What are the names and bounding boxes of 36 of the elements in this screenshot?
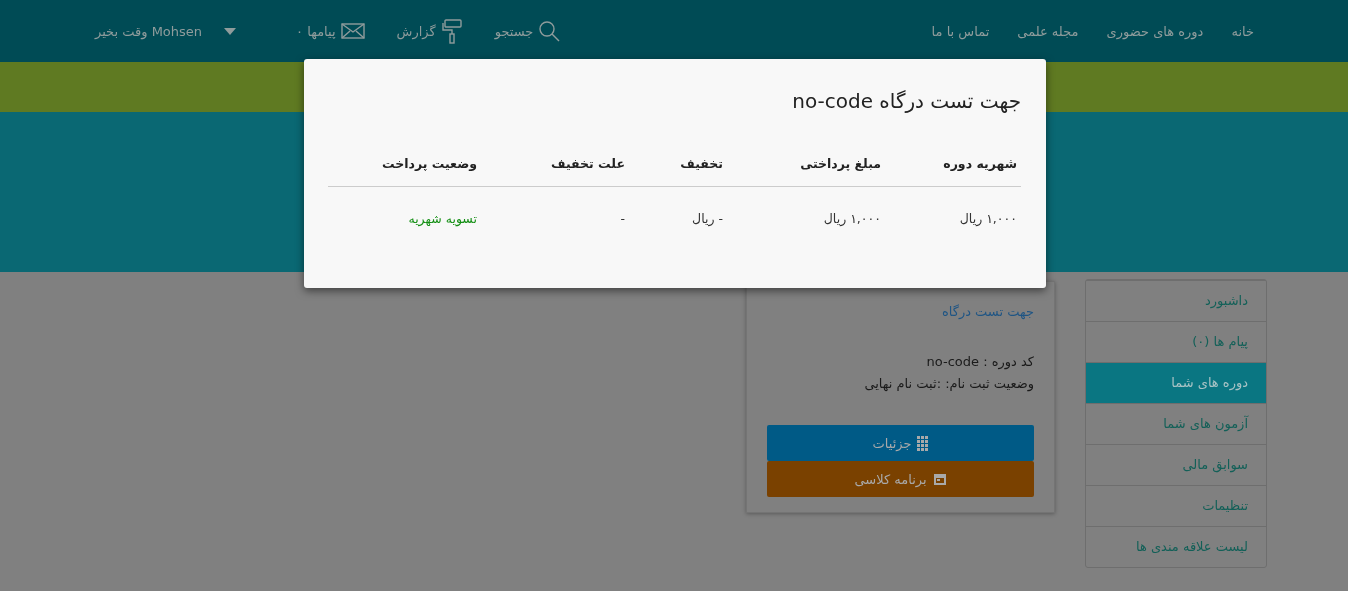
column-header: تخفیف [680,156,723,171]
column-header: شهریه دوره [943,156,1017,171]
calendar-icon [932,471,947,487]
sidebar-item[interactable]: تنظیمات [1086,485,1266,526]
table-cell: تسویه شهریه [408,210,477,226]
search-link[interactable]: جستجو [494,20,561,42]
messages-link[interactable]: پیامها ۰ [296,23,365,39]
sidebar-item[interactable]: لیست علاقه مندی ها [1086,526,1266,567]
schedule-button[interactable]: برنامه کلاسی [767,461,1034,497]
nav-link[interactable]: مجله علمی [1017,23,1079,39]
nav-link[interactable]: تماس با ما [931,23,990,39]
modal-title: جهت تست درگاه no-code [792,89,1021,113]
caret-down-icon [224,27,237,35]
sidebar-item[interactable]: سوابق مالی [1086,444,1266,485]
user-greeting[interactable]: Mohsen وقت بخیر [95,23,203,39]
table-cell: - ریال [692,210,723,226]
column-header: علت تخفیف [551,156,625,171]
course-info: کد دوره : no-code [925,353,1034,372]
column-header: مبلغ پرداختی [800,156,881,171]
sidebar-item[interactable]: داشبورد [1086,280,1266,321]
course-title[interactable]: جهت تست درگاه [767,304,1034,319]
sidebar-item[interactable]: آزمون های شما [1086,403,1266,444]
table-cell: ۱,۰۰۰ ریال [959,210,1017,226]
paint-roller-icon [440,18,463,44]
table-cell: - [620,210,625,226]
report-link[interactable]: گزارش [396,18,463,44]
nav-link[interactable]: خانه [1231,23,1254,39]
column-header: وضعیت پرداخت [382,156,477,171]
sidebar-item[interactable]: دوره های شما [1086,362,1266,403]
course-info: وضعیت ثبت نام: :ثبت نام نهایی [863,375,1034,394]
search-icon [538,20,561,42]
details-button[interactable]: جزئیات [767,425,1034,461]
nav-link[interactable]: دوره های حضوری [1106,23,1204,39]
grid-dots-icon [917,435,929,451]
table-cell: ۱,۰۰۰ ریال [823,210,881,226]
envelope-icon [340,23,365,39]
